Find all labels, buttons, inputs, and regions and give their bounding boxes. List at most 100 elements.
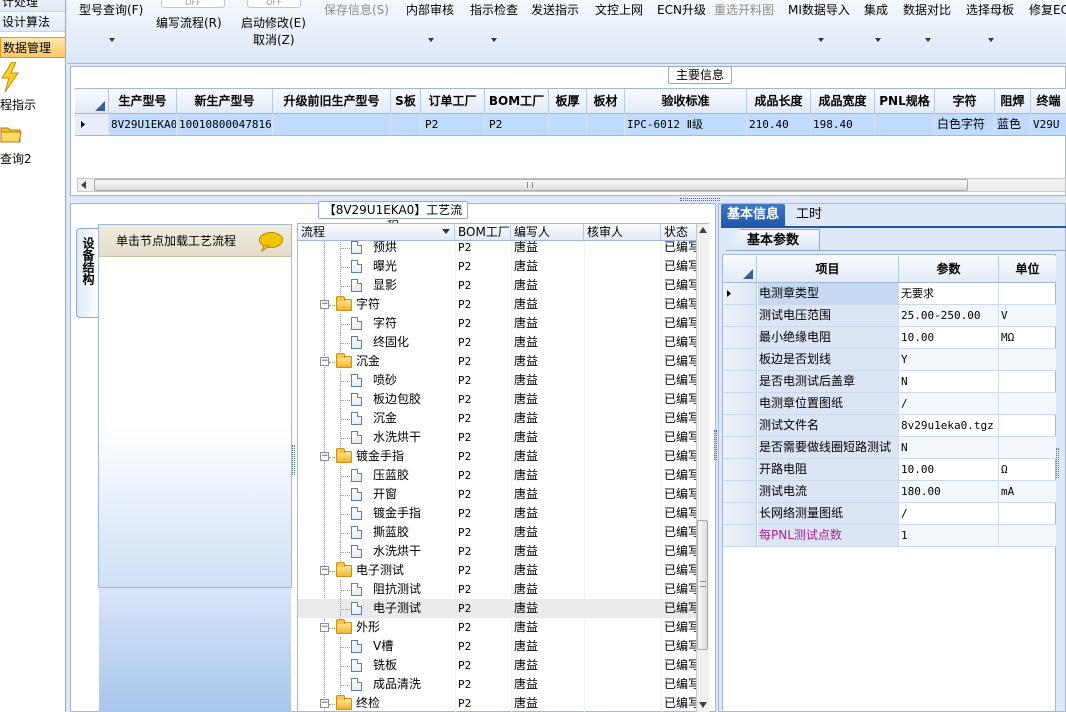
param-row[interactable]: 电测章类型 无要求: [723, 283, 1056, 305]
tree-folder-row[interactable]: − 电子测试 P2 唐益 已编写: [298, 561, 696, 580]
splitter-grip-icon[interactable]: [714, 430, 717, 460]
param-row[interactable]: 最小绝缘电阻 10.00 MΩ: [723, 327, 1056, 349]
vertical-scroll-thumb[interactable]: [697, 520, 708, 650]
param-unit[interactable]: [1000, 371, 1056, 392]
nav-item-process[interactable]: 计处理: [0, 0, 65, 12]
param-value[interactable]: N: [900, 371, 999, 392]
param-unit[interactable]: V: [1000, 305, 1056, 326]
column-header[interactable]: 状态: [661, 224, 696, 240]
tree-folder-row[interactable]: − 镀金手指 P2 唐益 已编写: [298, 447, 696, 466]
column-header[interactable]: 核审人: [584, 224, 661, 240]
cell-length[interactable]: 210.40: [747, 114, 811, 135]
tree-leaf-row[interactable]: 铣板 P2 唐益 已编写: [298, 656, 696, 675]
column-header[interactable]: 阻焊: [995, 89, 1031, 114]
param-row[interactable]: 板边是否划线 Y: [723, 349, 1056, 371]
column-header[interactable]: 编写人: [511, 224, 584, 240]
column-header[interactable]: 订单工厂: [421, 89, 485, 114]
tree-leaf-row[interactable]: 字符 P2 唐益 已编写: [298, 314, 696, 333]
param-unit[interactable]: [1000, 415, 1056, 436]
param-value[interactable]: /: [900, 503, 999, 524]
cell-terminal[interactable]: V29U: [1031, 114, 1066, 135]
tree-folder-row[interactable]: − 沉金 P2 唐益 已编写: [298, 352, 696, 371]
chevron-down-icon[interactable]: [925, 38, 931, 42]
column-header[interactable]: 单位: [999, 256, 1056, 282]
tree-folder-row[interactable]: − 字符 P2 唐益 已编写: [298, 295, 696, 314]
scroll-left-icon[interactable]: [80, 181, 88, 189]
param-unit[interactable]: [1000, 525, 1056, 546]
splitter-grip-icon[interactable]: [1056, 448, 1059, 478]
chevron-down-icon[interactable]: [442, 229, 450, 235]
param-unit[interactable]: MΩ: [1000, 327, 1056, 348]
chevron-down-icon[interactable]: [988, 38, 994, 42]
cell-pnl-spec[interactable]: [875, 114, 935, 135]
tree-leaf-row[interactable]: 水洗烘干 P2 唐益 已编写: [298, 428, 696, 447]
cell-order-factory[interactable]: P2: [421, 114, 485, 135]
ecn-upgrade-button[interactable]: ECN升级: [657, 3, 706, 17]
param-row[interactable]: 开路电阻 10.00 Ω: [723, 459, 1056, 481]
cell-material[interactable]: [587, 114, 625, 135]
splitter-grip-icon[interactable]: [680, 198, 720, 201]
tree-leaf-row[interactable]: 阻抗测试 P2 唐益 已编写: [298, 580, 696, 599]
column-header[interactable]: 流程: [298, 224, 455, 240]
tree-folder-row[interactable]: − 外形 P2 唐益 已编写: [298, 618, 696, 637]
tree-leaf-row[interactable]: V槽 P2 唐益 已编写: [298, 637, 696, 656]
start-modify-button[interactable]: 启动修改(E): [241, 16, 306, 30]
column-header[interactable]: 板厚: [549, 89, 587, 114]
cell-acceptance-standard[interactable]: IPC-6012 Ⅱ级: [625, 114, 747, 135]
chevron-down-icon[interactable]: [491, 38, 497, 42]
column-header[interactable]: 项目: [757, 256, 899, 282]
param-unit[interactable]: [1000, 503, 1056, 524]
tab-basic-info[interactable]: 基本信息: [721, 204, 785, 226]
tree-leaf-row[interactable]: 沉金 P2 唐益 已编写: [298, 409, 696, 428]
param-value[interactable]: N: [900, 437, 999, 458]
column-header[interactable]: S板: [391, 89, 421, 114]
param-value[interactable]: 180.00: [900, 481, 999, 502]
tree-leaf-row[interactable]: 压蓝胶 P2 唐益 已编写: [298, 466, 696, 485]
cell-old-model[interactable]: [273, 114, 391, 135]
cancel-button[interactable]: 取消(Z): [253, 33, 295, 47]
integrate-button[interactable]: 集成: [864, 3, 888, 17]
param-value[interactable]: 8v29u1eka0.tgz: [900, 415, 999, 436]
tree-leaf-row[interactable]: 开窗 P2 唐益 已编写: [298, 485, 696, 504]
param-unit[interactable]: mA: [1000, 481, 1056, 502]
column-header[interactable]: 成品宽度: [811, 89, 875, 114]
tree-leaf-row[interactable]: 成品清洗 P2 唐益 已编写: [298, 675, 696, 694]
tree-leaf-row[interactable]: 水洗烘干 P2 唐益 已编写: [298, 542, 696, 561]
tree-leaf-row[interactable]: 镀金手指 P2 唐益 已编写: [298, 504, 696, 523]
param-row[interactable]: 测试电流 180.00 mA: [723, 481, 1056, 503]
column-header[interactable]: 终端: [1031, 89, 1066, 114]
send-indicator-button[interactable]: 发送指示: [531, 3, 579, 17]
tree-leaf-row[interactable]: 终固化 P2 唐益 已编写: [298, 333, 696, 352]
param-unit[interactable]: [1000, 437, 1056, 458]
cell-bom-factory[interactable]: P2: [485, 114, 549, 135]
tab-work-hours[interactable]: 工时: [787, 204, 831, 226]
column-header[interactable]: 新生产型号: [177, 89, 273, 114]
tree-leaf-row[interactable]: 显影 P2 唐益 已编写: [298, 276, 696, 295]
param-value[interactable]: 10.00: [900, 459, 999, 480]
model-query-button[interactable]: 型号查询(F): [79, 3, 143, 17]
cell-width[interactable]: 198.40: [811, 114, 875, 135]
horizontal-scroll-thumb[interactable]: [94, 179, 968, 191]
tree-leaf-row[interactable]: 板边包胶 P2 唐益 已编写: [298, 390, 696, 409]
tree-leaf-row[interactable]: 撕蓝胶 P2 唐益 已编写: [298, 523, 696, 542]
param-unit[interactable]: [1000, 283, 1056, 304]
scroll-up-icon[interactable]: [699, 227, 707, 233]
param-value[interactable]: Y: [900, 349, 999, 370]
param-row[interactable]: 测试电压范围 25.00-250.00 V: [723, 305, 1056, 327]
chat-bubble-icon[interactable]: [258, 232, 284, 253]
nav-item-design-algorithm[interactable]: 设计算法: [0, 12, 65, 32]
reselect-chart-button[interactable]: 重选开料图: [714, 3, 774, 17]
scroll-down-icon[interactable]: [699, 702, 707, 708]
tree-folder-row[interactable]: − 终检 P2 唐益 已编写: [298, 694, 696, 712]
expand-toggle-icon[interactable]: −: [320, 300, 329, 309]
lightning-icon[interactable]: [0, 61, 20, 93]
subtab-basic-params[interactable]: 基本参数: [726, 229, 820, 251]
param-value[interactable]: /: [900, 393, 999, 414]
column-header[interactable]: 成品长度: [747, 89, 811, 114]
column-header[interactable]: BOM工厂: [485, 89, 549, 114]
column-header[interactable]: 验收标准: [625, 89, 747, 114]
cell-characters[interactable]: 白色字符: [935, 114, 995, 135]
tree-leaf-row[interactable]: 曝光 P2 唐益 已编写: [298, 257, 696, 276]
chevron-down-icon[interactable]: [109, 38, 115, 42]
nav-item-data-management[interactable]: 数据管理: [0, 37, 65, 58]
